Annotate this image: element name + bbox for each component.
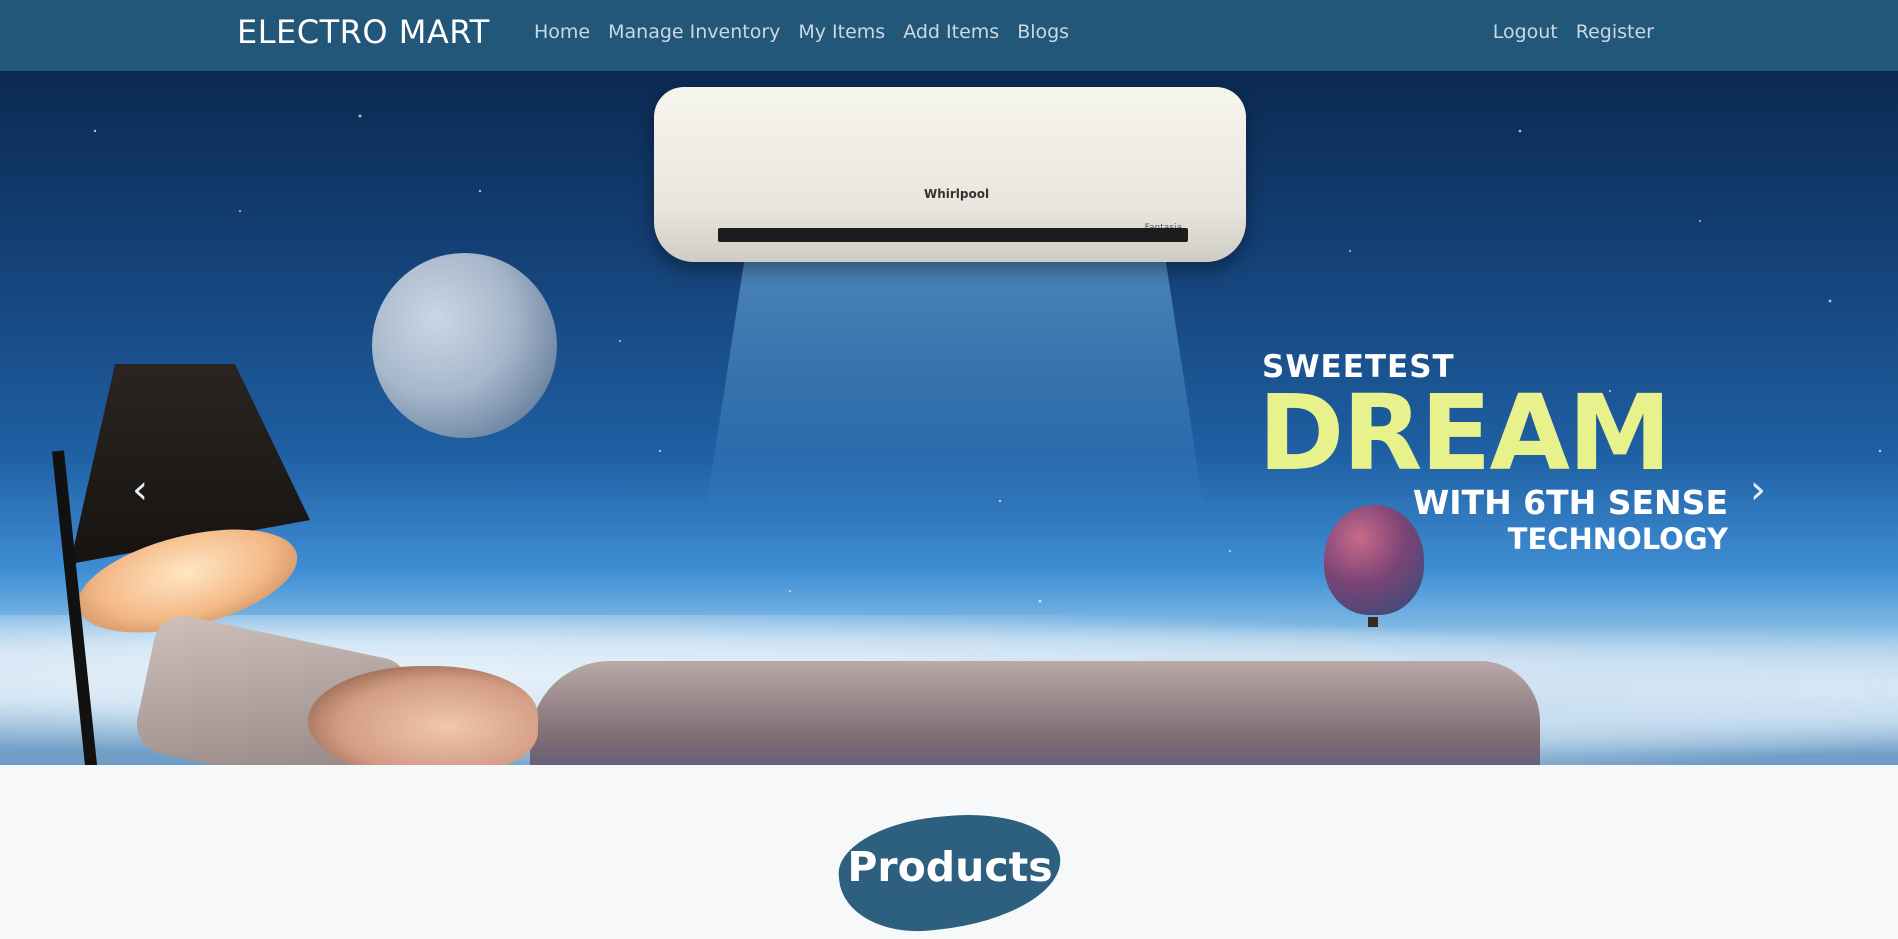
chevron-left-icon[interactable]: ‹ (118, 468, 162, 512)
moon-decoration (372, 253, 557, 438)
nav-link-add-items[interactable]: Add Items (903, 21, 999, 43)
nav-link-blogs[interactable]: Blogs (1017, 21, 1069, 43)
balloon-basket-image (1368, 617, 1378, 627)
air-conditioner-image: Whirlpool Fantasia (654, 87, 1246, 262)
ac-brand-label: Whirlpool (924, 187, 990, 201)
auth-nav-links: Logout Register (1493, 21, 1654, 43)
nav-link-my-items[interactable]: My Items (798, 21, 885, 43)
ac-airflow-decoration (705, 256, 1205, 516)
blanket-image (530, 661, 1540, 765)
chevron-right-icon[interactable]: › (1736, 468, 1780, 512)
brand-logo-text[interactable]: ELECTRO MART (237, 13, 490, 51)
nav-link-home[interactable]: Home (534, 21, 590, 43)
nav-link-register[interactable]: Register (1576, 21, 1654, 43)
nav-link-manage-inventory[interactable]: Manage Inventory (608, 21, 780, 43)
promo-line-dream: DREAM (1258, 372, 1671, 494)
sleeping-child-image (308, 666, 538, 765)
hot-air-balloon-image (1324, 505, 1424, 615)
hero-carousel: Whirlpool Fantasia SWEETEST DREAM WITH 6… (0, 71, 1898, 765)
nav-link-logout[interactable]: Logout (1493, 21, 1558, 43)
ac-vent (718, 228, 1188, 242)
products-heading: Products (847, 843, 1053, 891)
top-navbar: ELECTRO MART Home Manage Inventory My It… (0, 0, 1898, 71)
main-nav-links: Home Manage Inventory My Items Add Items… (534, 21, 1069, 43)
